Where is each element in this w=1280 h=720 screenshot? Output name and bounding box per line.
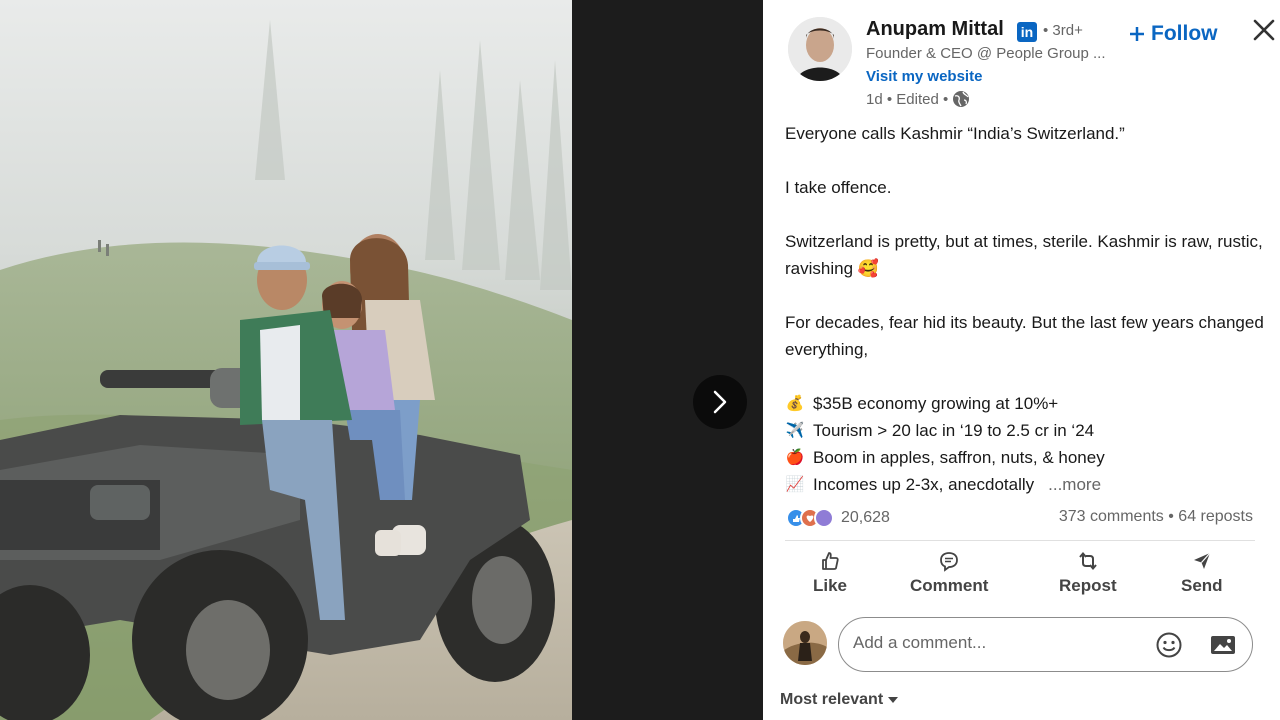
speech-bubble-icon [940, 552, 959, 572]
airplane-icon: ✈️ [785, 422, 805, 439]
comment-input[interactable] [853, 633, 1143, 653]
close-icon [1253, 19, 1275, 41]
bullet-item: ✈️ Tourism > 20 lac in ‘19 to 2.5 cr in … [785, 417, 1265, 444]
reaction-count[interactable]: 20,628 [841, 509, 890, 527]
follow-label: Follow [1151, 22, 1218, 45]
chart-increasing-icon: 📈 [785, 476, 805, 493]
current-user-avatar [783, 621, 827, 665]
connection-degree: • 3rd+ [1043, 22, 1083, 39]
comments-reposts-count[interactable]: 373 comments • 64 reposts [1059, 508, 1253, 526]
smiley-icon[interactable] [1155, 631, 1183, 659]
bullet-text: Boom in apples, saffron, nuts, & honey [813, 448, 1105, 467]
money-bag-icon: 💰 [785, 395, 805, 412]
see-more-link[interactable]: ...more [1048, 471, 1101, 498]
repost-arrows-icon [1079, 551, 1097, 571]
close-button[interactable] [1250, 16, 1278, 44]
send-label: Send [1181, 576, 1223, 595]
author-name[interactable]: Anupam Mittal [866, 18, 1004, 41]
post-text: Everyone calls Kashmir “India’s Switzerl… [785, 120, 1265, 498]
visit-website-link[interactable]: Visit my website [866, 68, 982, 85]
send-button[interactable]: Send [1181, 550, 1223, 596]
sort-label: Most relevant [780, 691, 884, 708]
next-image-button[interactable] [693, 375, 747, 429]
image-viewer [0, 0, 763, 720]
post-line-text: Switzerland is pretty, but at times, ste… [785, 232, 1263, 278]
post-line: Switzerland is pretty, but at times, ste… [785, 228, 1265, 282]
paper-plane-icon [1193, 552, 1211, 569]
thumbs-up-icon [822, 552, 839, 570]
divider [785, 540, 1255, 541]
bullet-item: 💰 $35B economy growing at 10%+ [785, 390, 1265, 417]
follow-button[interactable]: Follow [1129, 22, 1218, 46]
apple-icon: 🍎 [785, 449, 805, 466]
like-button[interactable]: Like [813, 550, 847, 596]
post-time: 1d • Edited • [866, 90, 949, 108]
post-line: Everyone calls Kashmir “India’s Switzerl… [785, 124, 1125, 143]
reactions-summary[interactable]: 20,628 [785, 507, 890, 529]
comment-button[interactable]: Comment [910, 550, 988, 596]
globe-icon [953, 91, 970, 107]
caret-down-icon [888, 697, 899, 703]
author-headline: Founder & CEO @ People Group ... [866, 45, 1106, 62]
bullet-text: $35B economy growing at 10%+ [813, 394, 1059, 413]
post-panel: Anupam Mittal in • 3rd+ Founder & CEO @ … [763, 0, 1280, 720]
bullet-item: 🍎 Boom in apples, saffron, nuts, & honey [785, 444, 1265, 471]
image-icon[interactable] [1209, 631, 1237, 659]
sort-dropdown[interactable]: Most relevant [780, 691, 899, 709]
repost-label: Repost [1059, 576, 1117, 595]
plus-icon [1130, 27, 1144, 41]
like-label: Like [813, 576, 848, 595]
post-meta: 1d • Edited • [866, 90, 970, 108]
chevron-right-icon [713, 390, 727, 414]
linkedin-badge-icon: in [1017, 22, 1037, 42]
reaction-icons [786, 508, 834, 528]
bullet-item: 📈 Incomes up 2-3x, anecdotally ...more [785, 471, 1265, 498]
post-line: I take offence. [785, 178, 892, 197]
author-avatar[interactable] [788, 17, 852, 81]
repost-button[interactable]: Repost [1059, 550, 1117, 596]
bullet-text: Tourism > 20 lac in ‘19 to 2.5 cr in ‘24 [813, 421, 1095, 440]
comment-label: Comment [910, 576, 989, 595]
post-line: For decades, fear hid its beauty. But th… [785, 313, 1264, 359]
comment-box[interactable] [838, 617, 1253, 672]
post-photo [0, 0, 572, 720]
smiling-face-emoji: 🥰 [857, 259, 879, 278]
bullet-text: Incomes up 2-3x, anecdotally [813, 475, 1035, 494]
